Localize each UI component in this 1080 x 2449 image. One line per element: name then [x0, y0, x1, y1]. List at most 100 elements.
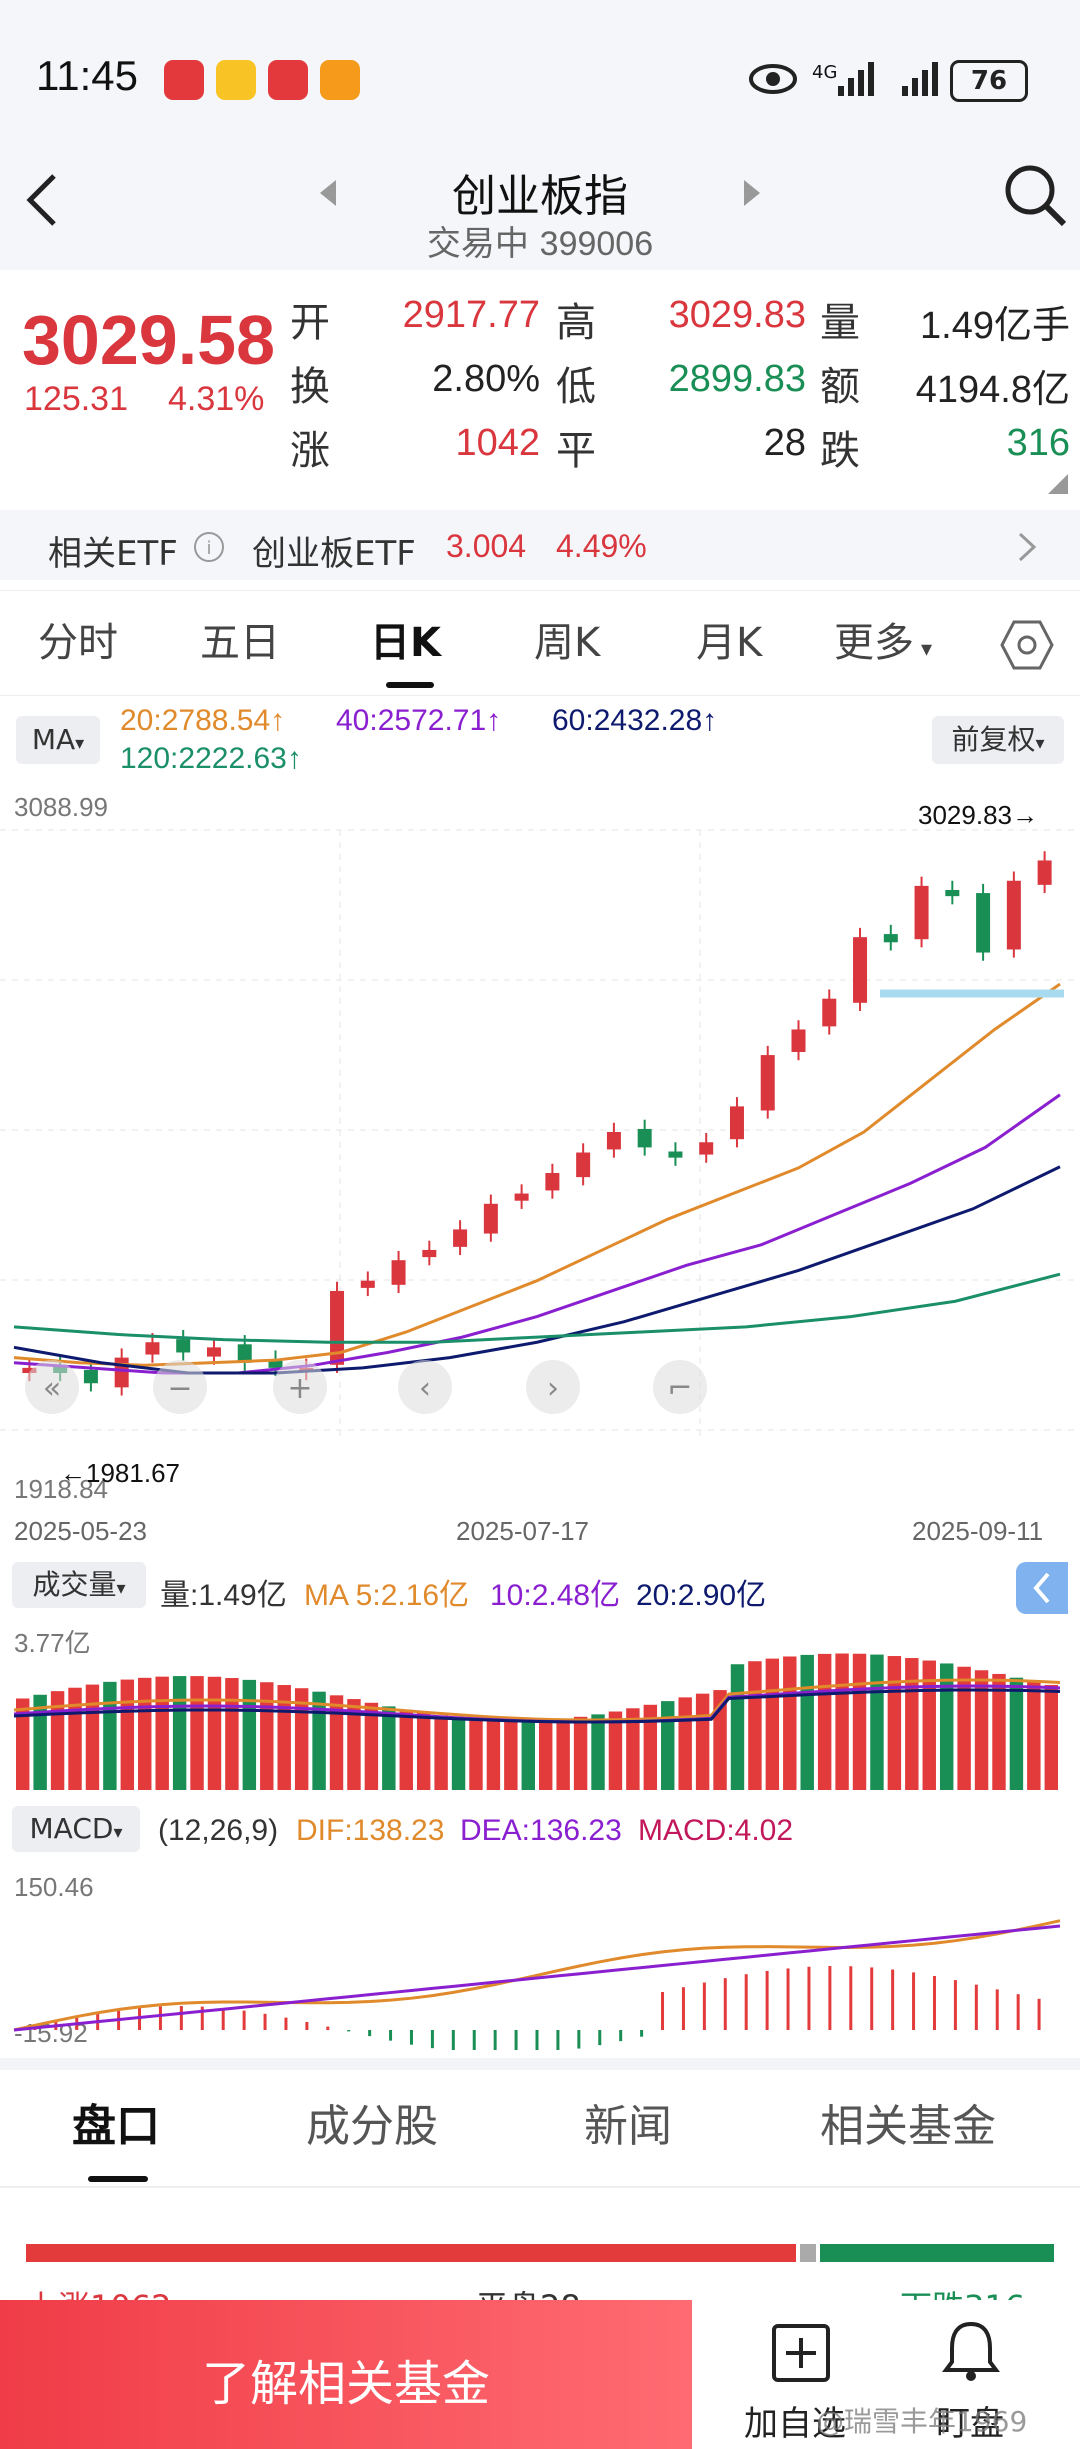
next-index-icon[interactable] [740, 176, 764, 210]
volume-bar [939, 1663, 954, 1790]
candle-body [545, 1173, 560, 1191]
etf-price: 3.004 [446, 528, 527, 564]
chevron-left-icon [1033, 1572, 1050, 1604]
ma-selector-label: MA [31, 723, 76, 756]
quote-label: 换 [290, 364, 330, 410]
candle-body [176, 1339, 191, 1353]
quote-label: 涨 [290, 428, 330, 474]
settings-hex-icon[interactable] [1000, 618, 1054, 672]
volume-bar [399, 1709, 413, 1790]
bell-icon[interactable] [940, 2318, 1002, 2384]
quote-label: 高 [556, 300, 596, 346]
zoom-control-icon: « [43, 1371, 61, 1406]
kline-chart[interactable]: 3088.991918.843029.83→←1981.67« − + ‹ › ⌐2025… [0, 790, 1080, 1550]
tab-chengfengu[interactable]: 成分股 [306, 2090, 438, 2154]
quote-value: 4194.8亿 [915, 369, 1070, 411]
volume-bar [85, 1684, 100, 1790]
macd-chart[interactable]: 150.46-15.92 [0, 1860, 1080, 2050]
volume-bar [783, 1656, 797, 1790]
volume-bar [539, 1720, 553, 1790]
breadth-flat-bar [800, 2244, 816, 2262]
tab-more[interactable]: 更多 ▾ [834, 610, 932, 668]
volume-bar [974, 1670, 989, 1790]
volume-ma20: 20:2.90亿 [636, 1579, 767, 1612]
volume-bar [835, 1653, 849, 1790]
candle-body [822, 998, 837, 1027]
quote-label: 低 [556, 364, 596, 410]
candle-body [391, 1260, 406, 1285]
breadth-up-bar [26, 2244, 796, 2262]
page-title: 创业板指 [452, 171, 628, 222]
volume-bar [800, 1654, 814, 1790]
chevron-right-icon[interactable] [1014, 530, 1038, 564]
ma40-value: 40:2572.71↑ [336, 704, 502, 737]
volume-bar [1044, 1684, 1058, 1790]
volume-bar [260, 1682, 274, 1790]
svg-text:i: i [206, 538, 211, 559]
tab-wuri[interactable]: 五日 [200, 610, 280, 668]
quote-label: 平 [556, 428, 596, 474]
candle-body [760, 1055, 775, 1111]
quote-value: 28 [763, 422, 806, 464]
candle-body [914, 885, 929, 940]
index-code: 399006 [539, 225, 654, 263]
collapse-panel-button[interactable] [1016, 1562, 1068, 1614]
volume-bar [504, 1720, 518, 1790]
volume-bar [661, 1701, 675, 1790]
signal-icon-2 [902, 62, 938, 96]
index-subtitle: 交易中 399006 [0, 216, 1080, 265]
volume-bar [591, 1714, 605, 1790]
tab-fenshi[interactable]: 分时 [38, 610, 118, 668]
quote-value: 316 [1006, 422, 1070, 464]
candle-body [206, 1347, 221, 1357]
add-watchlist-icon[interactable] [770, 2322, 832, 2384]
active-bottom-tab-indicator [88, 2176, 148, 2182]
tab-zhouk[interactable]: 周K [534, 610, 600, 668]
high-marker: 3029.83→ [918, 800, 1038, 830]
candle-body [576, 1152, 591, 1178]
support-band [880, 989, 1064, 998]
learn-funds-button[interactable]: 了解相关基金 [0, 2300, 692, 2449]
candle-body [637, 1128, 652, 1148]
volume-bar [416, 1712, 431, 1790]
related-etf-bar[interactable]: 相关ETF i 创业板ETF 3.004 4.49% [0, 510, 1080, 580]
macd-params: (12,26,9) [158, 1814, 279, 1847]
tab-pankou[interactable]: 盘口 [72, 2090, 160, 2154]
volume-bar [870, 1654, 884, 1790]
low-marker: ←1981.67 [60, 1458, 180, 1488]
bottom-action-bar: 了解相关基金 加自选 盯盘 @瑞雪丰年1969 [0, 2300, 1080, 2449]
divider [0, 2186, 1080, 2188]
adjust-selector[interactable]: 前复权▾ [932, 716, 1064, 764]
learn-funds-label: 了解相关基金 [201, 2356, 490, 2412]
volume-chart[interactable]: 3.77亿 [0, 1620, 1080, 1790]
etf-name: 创业板ETF [252, 534, 416, 574]
ma-selector[interactable]: MA▾ [16, 716, 100, 764]
tab-related-funds[interactable]: 相关基金 [820, 2090, 996, 2154]
tab-more-label: 更多 [834, 620, 914, 666]
volume-bar [172, 1676, 187, 1790]
macd-selector[interactable]: MACD▾ [12, 1806, 140, 1852]
volume-value: 量:1.49亿 [160, 1579, 287, 1612]
x-axis-date-label: 2025-07-17 [456, 1516, 589, 1546]
candle-body [114, 1357, 129, 1388]
expand-corner-icon[interactable] [1048, 474, 1068, 494]
tab-news[interactable]: 新闻 [584, 2090, 672, 2154]
macd-line [13, 1924, 1061, 2032]
volume-bar [1009, 1677, 1024, 1790]
macd-value: MACD:4.02 [638, 1814, 794, 1847]
search-icon[interactable] [1000, 160, 1070, 230]
ma120-line [13, 1272, 1061, 1344]
macd-dea: DEA:136.23 [460, 1814, 622, 1847]
candle-body [606, 1132, 621, 1150]
tab-yuek[interactable]: 月K [696, 610, 762, 668]
info-icon[interactable]: i [192, 530, 226, 564]
volume-selector-label: 成交量 [32, 1568, 117, 1601]
candle-body [483, 1203, 498, 1234]
volume-bar [103, 1681, 117, 1790]
quote-label: 跌 [820, 428, 860, 474]
quote-value: 2.80% [432, 358, 540, 400]
volume-selector[interactable]: 成交量▾ [12, 1562, 146, 1608]
volume-bar [225, 1678, 239, 1790]
tab-rik[interactable]: 日K [370, 610, 441, 668]
zoom-control-icon: › [547, 1371, 559, 1406]
